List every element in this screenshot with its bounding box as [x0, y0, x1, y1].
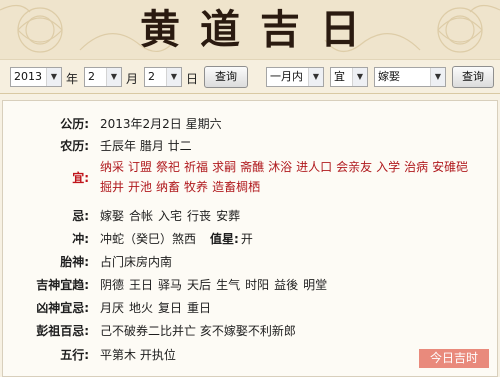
ji-item: 行丧 — [187, 209, 212, 223]
day-unit: 日 — [186, 72, 199, 86]
jishen-item: 生气 — [216, 278, 241, 292]
nongli-value: 壬辰年 腊月 廿二 — [100, 139, 192, 153]
yi-item[interactable]: 祭祀 — [156, 160, 180, 174]
day-select-value: 2 — [148, 70, 155, 83]
chevron-down-icon: ▼ — [166, 68, 181, 86]
xiongshen-item: 复日 — [158, 301, 183, 315]
type-select-value: 宜 — [334, 70, 345, 83]
event-select[interactable]: 嫁娶 ▼ — [374, 67, 446, 87]
chong-label: 冲: — [72, 232, 89, 246]
xiongshen-item: 月厌 — [100, 301, 125, 315]
year-select[interactable]: 2013 ▼ — [10, 67, 62, 87]
yi-item[interactable]: 纳畜 — [156, 180, 180, 194]
chevron-down-icon: ▼ — [430, 68, 445, 86]
chevron-down-icon: ▼ — [46, 68, 61, 86]
ji-item: 合帐 — [129, 209, 154, 223]
yi-item[interactable]: 沐浴 — [268, 160, 292, 174]
jishen-item: 益後 — [274, 278, 299, 292]
gongli-label: 公历: — [60, 117, 89, 131]
chevron-down-icon: ▼ — [106, 68, 121, 86]
yi-item[interactable]: 订盟 — [128, 160, 152, 174]
jishen-item: 王日 — [129, 278, 154, 292]
taishen-label: 胎神: — [60, 255, 89, 269]
ji-label: 忌: — [72, 209, 89, 223]
page-title: 黄道吉日 — [140, 6, 380, 53]
xiongshen-item: 地火 — [129, 301, 154, 315]
jishen-item: 明堂 — [303, 278, 328, 292]
range-select[interactable]: 一月内 ▼ — [266, 67, 324, 87]
header-banner: 黄道吉日 — [0, 0, 500, 60]
yi-item[interactable]: 治病 — [404, 160, 428, 174]
yi-item[interactable]: 纳采 — [100, 160, 124, 174]
year-unit: 年 — [66, 72, 79, 86]
jishen-item: 天后 — [187, 278, 212, 292]
yi-item[interactable]: 进人口 — [296, 160, 332, 174]
yi-item[interactable]: 掘井 — [100, 180, 124, 194]
ji-item: 嫁娶 — [100, 209, 125, 223]
today-lucky-hours-button[interactable]: 今日吉时 — [419, 349, 489, 368]
xiongshen-item: 重日 — [187, 301, 212, 315]
pengzu-value: 己不破券二比并亡 亥不嫁娶不利新郎 — [100, 324, 296, 338]
jishen-item: 时阳 — [245, 278, 270, 292]
zhixing-label: 值星: — [210, 232, 239, 246]
yi-item[interactable]: 会亲友 — [336, 160, 372, 174]
type-select[interactable]: 宜 ▼ — [330, 67, 368, 87]
month-unit: 月 — [126, 72, 139, 86]
ji-item: 入宅 — [158, 209, 183, 223]
jishen-item: 阴德 — [100, 278, 125, 292]
chong-value-wrap: 冲蛇（癸巳）煞西 值星: 开 — [100, 230, 253, 247]
yi-label: 宜: — [72, 171, 89, 185]
month-select[interactable]: 2 ▼ — [84, 67, 122, 87]
xiongshen-items: 月厌 地火 复日 重日 — [100, 299, 216, 316]
yi-items: 纳采 订盟 祭祀 祈福 求嗣 斋醮 沐浴 进人口 会亲友 入学 治病 安碓硙掘井 开池 纳畜 牧养 造畜椆栖 — [100, 157, 480, 197]
yi-item[interactable]: 安碓硙 — [432, 160, 468, 174]
ji-item: 安葬 — [216, 209, 241, 223]
yi-item[interactable]: 牧养 — [184, 180, 208, 194]
result-panel: 公历: 2013年2月2日 星期六 农历: 壬辰年 腊月 廿二 宜: 纳采 订盟祭… — [2, 100, 498, 377]
jishen-item: 驿马 — [158, 278, 183, 292]
query-bar: 2013 ▼ 年 2 ▼ 月 2 ▼ 日 查询 一月内 ▼ 宜 ▼ 嫁娶 ▼ 查… — [0, 60, 500, 94]
year-select-value: 2013 — [14, 70, 42, 83]
query-event-button[interactable]: 查询 — [452, 66, 494, 88]
month-select-value: 2 — [88, 70, 95, 83]
gongli-value: 2013年2月2日 星期六 — [100, 117, 222, 131]
jishen-items: 阴德 王日 驿马 天后 生气 时阳 益後 明堂 — [100, 276, 332, 293]
day-select[interactable]: 2 ▼ — [144, 67, 182, 87]
yi-item[interactable]: 入学 — [376, 160, 400, 174]
xiongshen-label: 凶神宜忌: — [36, 301, 89, 315]
yi-item[interactable]: 开池 — [128, 180, 152, 194]
wuxing-value: 平第木 开执位 — [100, 348, 176, 362]
yi-item[interactable]: 求嗣 — [212, 160, 236, 174]
chevron-down-icon: ▼ — [308, 68, 323, 86]
yi-item[interactable]: 祈福 — [184, 160, 208, 174]
taishen-value: 占门床房内南 — [100, 255, 173, 269]
pengzu-label: 彭祖百忌: — [36, 324, 89, 338]
query-date-button[interactable]: 查询 — [204, 66, 248, 88]
chong-value: 冲蛇（癸巳）煞西 — [100, 232, 197, 246]
wuxing-label: 五行: — [60, 348, 89, 362]
zhixing-value: 开 — [240, 232, 253, 246]
yi-item[interactable]: 斋醮 — [240, 160, 264, 174]
chevron-down-icon: ▼ — [352, 68, 367, 86]
nongli-label: 农历: — [60, 139, 89, 153]
yi-item[interactable]: 造畜椆栖 — [212, 180, 260, 194]
ji-items: 嫁娶 合帐 入宅 行丧 安葬 — [100, 207, 245, 224]
range-select-value: 一月内 — [270, 70, 303, 83]
jishen-label: 吉神宜趋: — [36, 278, 89, 292]
event-select-value: 嫁娶 — [378, 70, 400, 83]
